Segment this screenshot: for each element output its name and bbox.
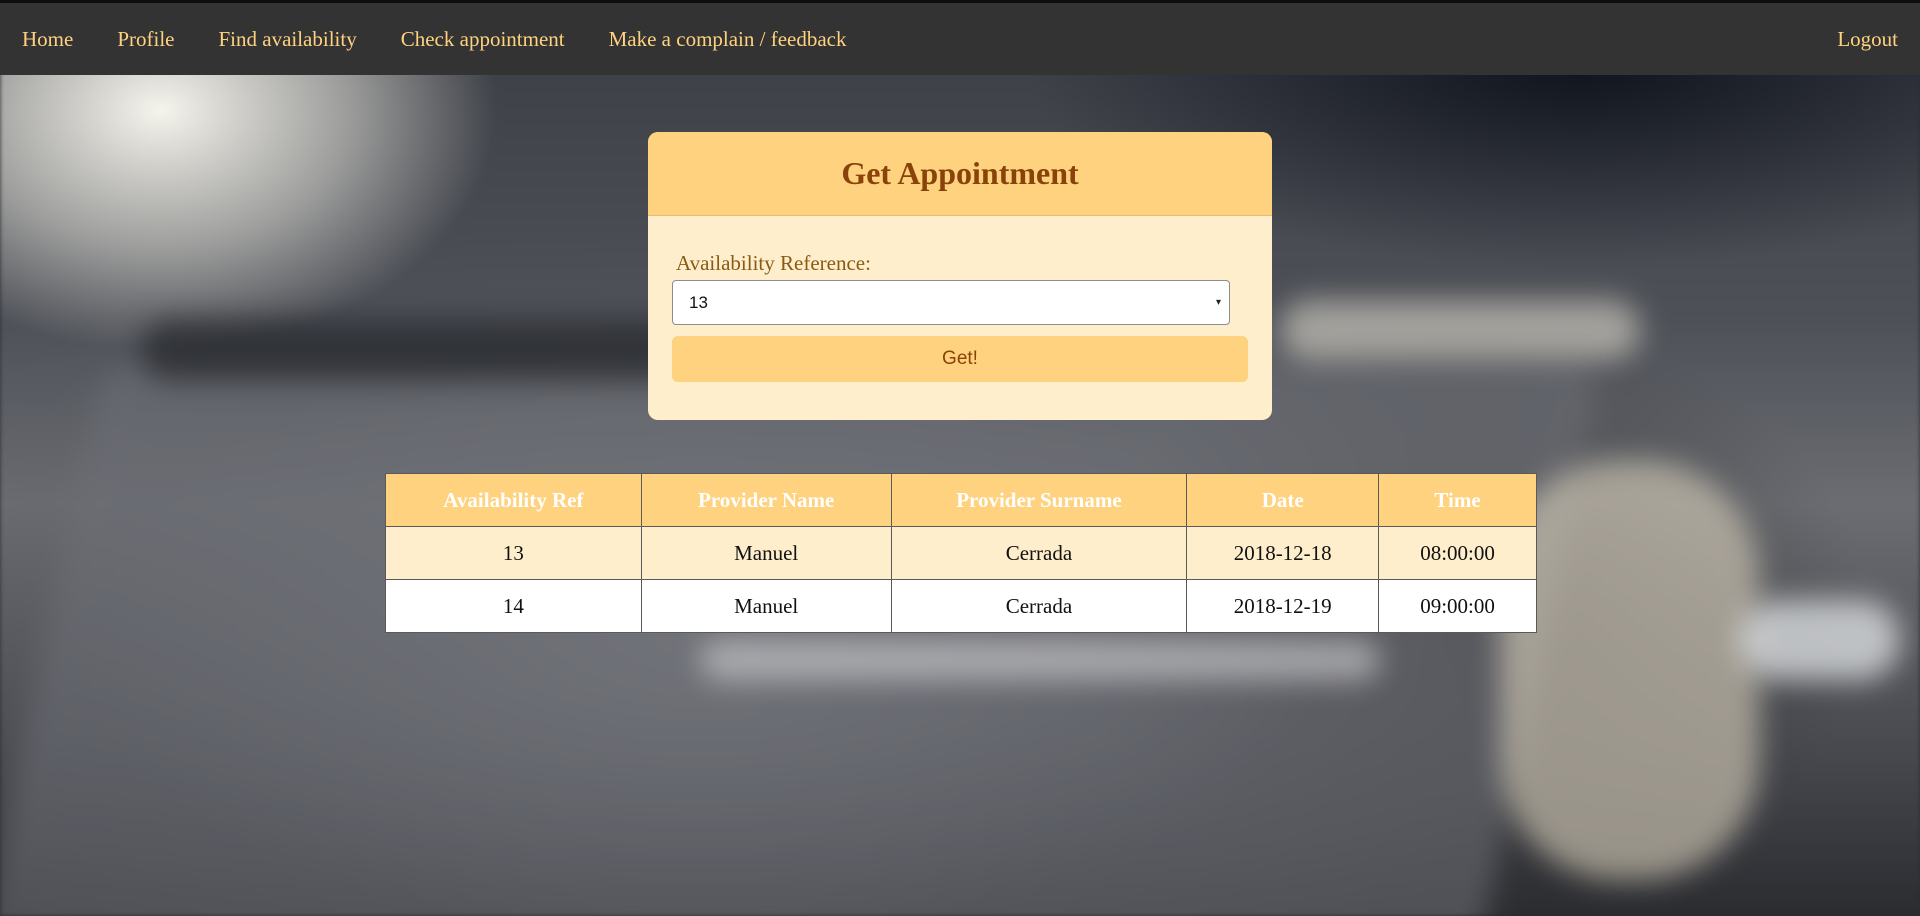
availability-reference-label: Availability Reference: (676, 251, 871, 275)
card-header: Get Appointment (648, 132, 1272, 216)
select-value: 13 (689, 293, 708, 312)
header-availability-ref: Availability Ref (385, 473, 642, 527)
availability-table: Availability Ref Provider Name Provider … (385, 473, 1537, 633)
nav-right: Logout (1815, 3, 1920, 75)
cell-time: 09:00:00 (1378, 579, 1537, 633)
cell-provider-name: Manuel (640, 526, 892, 580)
cell-availability-ref: 13 (385, 526, 642, 580)
header-provider-name: Provider Name (640, 473, 892, 527)
nav-logout-link[interactable]: Logout (1815, 3, 1920, 75)
nav-home-link[interactable]: Home (0, 3, 95, 75)
chevron-down-icon: ▾ (1215, 297, 1221, 308)
top-navbar: Home Profile Find availability Check app… (0, 3, 1920, 75)
table-row: 13 Manuel Cerrada 2018-12-18 08:00:00 (385, 526, 1537, 580)
cell-date: 2018-12-18 (1186, 526, 1380, 580)
availability-reference-select[interactable]: 13 ▾ (672, 280, 1230, 325)
table-row: 14 Manuel Cerrada 2018-12-19 09:00:00 (385, 579, 1537, 633)
table-header-row: Availability Ref Provider Name Provider … (385, 473, 1537, 527)
cell-provider-surname: Cerrada (890, 526, 1188, 580)
cell-date: 2018-12-19 (1186, 579, 1380, 633)
cell-provider-surname: Cerrada (890, 579, 1188, 633)
nav-links: Home Profile Find availability Check app… (0, 3, 869, 75)
nav-profile-link[interactable]: Profile (95, 3, 196, 75)
nav-complain-feedback-link[interactable]: Make a complain / feedback (587, 3, 869, 75)
cell-time: 08:00:00 (1378, 526, 1537, 580)
card-title: Get Appointment (841, 155, 1079, 191)
header-provider-surname: Provider Surname (890, 473, 1188, 527)
nav-check-appointment-link[interactable]: Check appointment (379, 3, 587, 75)
get-appointment-card: Get Appointment Availability Reference: … (648, 132, 1272, 420)
get-button[interactable]: Get! (672, 336, 1248, 382)
header-date: Date (1186, 473, 1380, 527)
card-body: Availability Reference: 13 ▾ Get! (648, 251, 1272, 382)
cell-provider-name: Manuel (640, 579, 892, 633)
header-time: Time (1378, 473, 1537, 527)
cell-availability-ref: 14 (385, 579, 642, 633)
nav-find-availability-link[interactable]: Find availability (196, 3, 378, 75)
